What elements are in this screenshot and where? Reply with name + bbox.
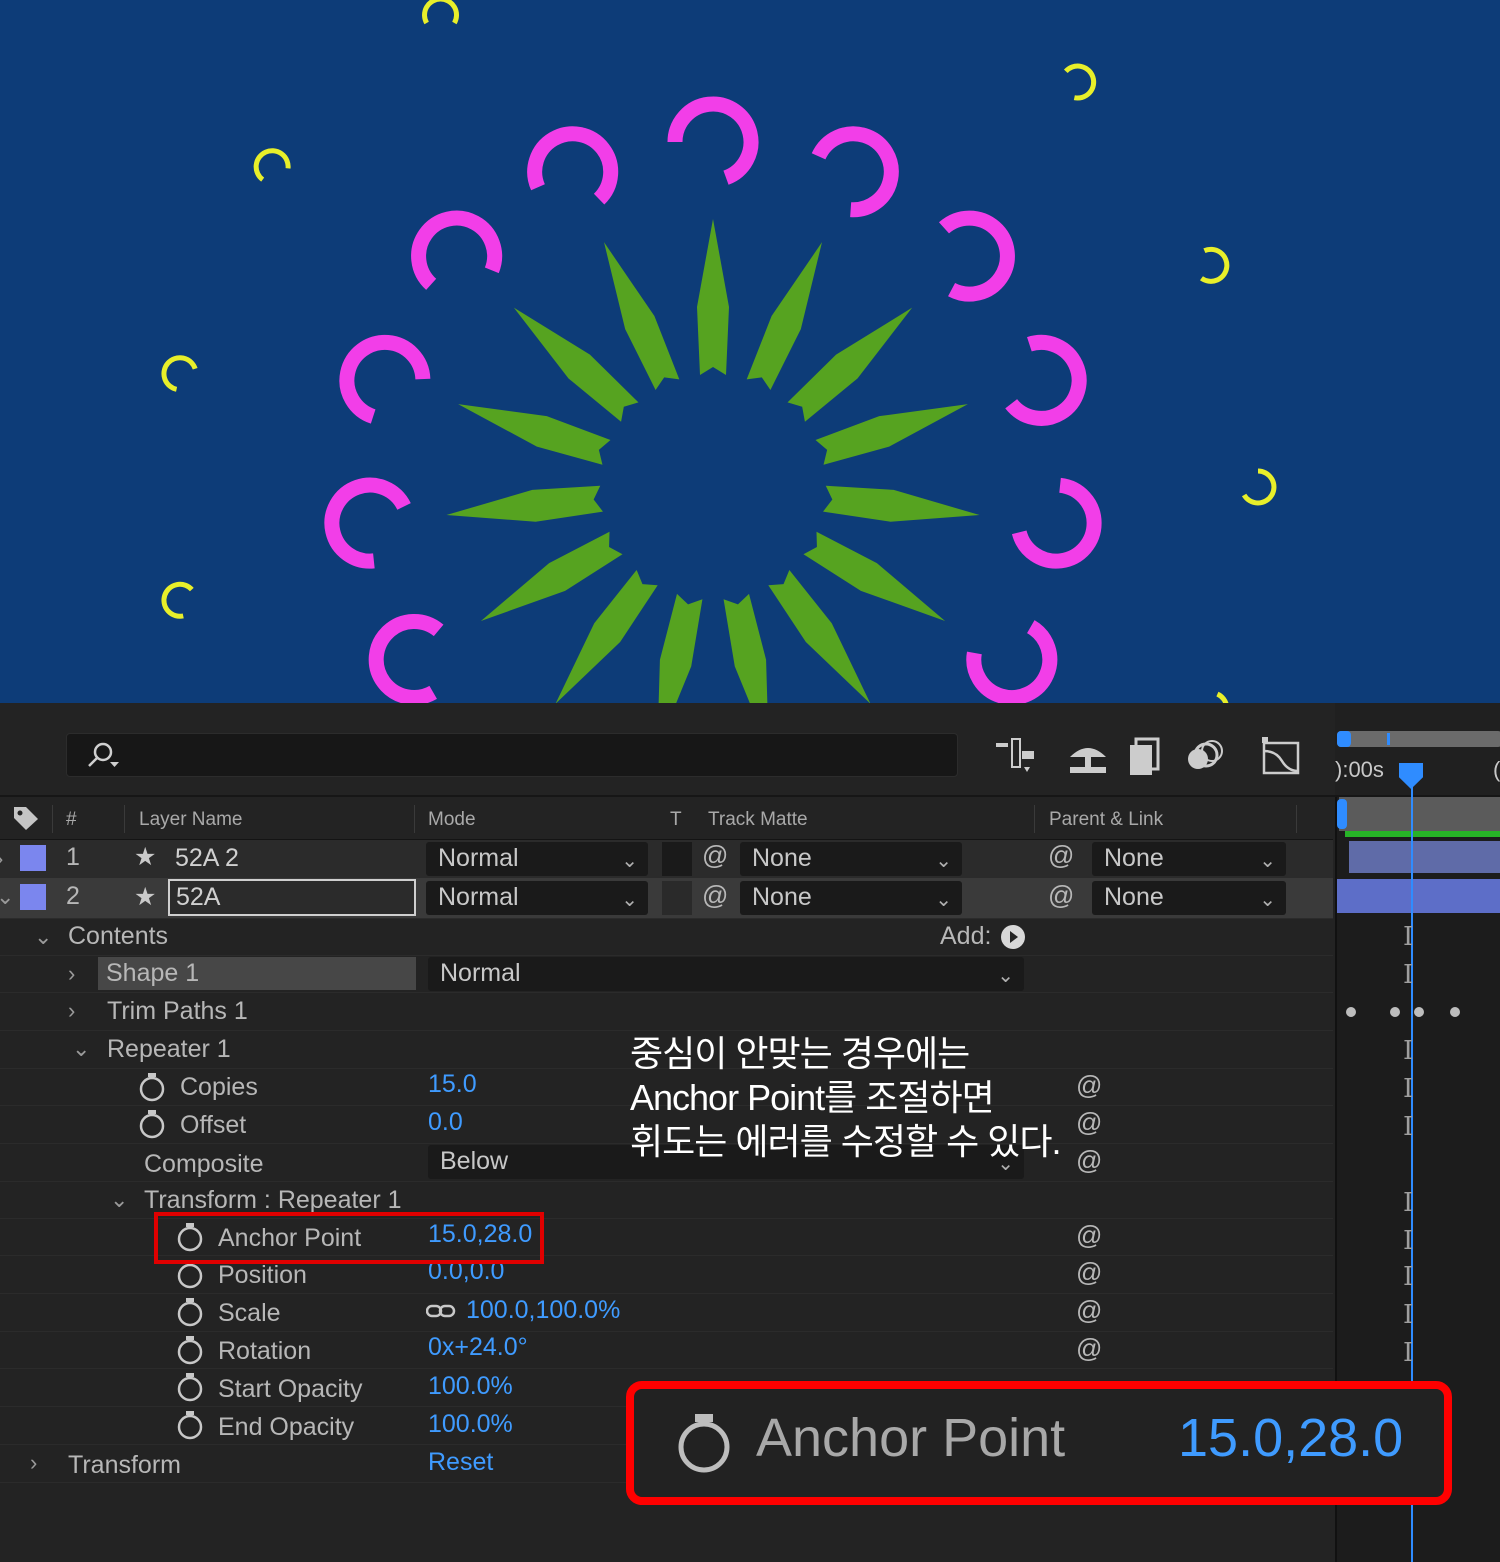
end-opacity-value[interactable]: 100.0%: [428, 1410, 513, 1439]
shape-layer-star-icon: ★: [134, 883, 157, 911]
layer-row-1[interactable]: › 1 ★ 52A 2 Normal⌄ @ None⌄ @ None⌄: [0, 840, 1333, 879]
matte-pickwhip-icon[interactable]: @: [702, 840, 728, 871]
offset-value[interactable]: 0.0: [428, 1108, 463, 1137]
track-matte-dropdown[interactable]: None ⌄: [740, 842, 962, 876]
expression-pickwhip-icon[interactable]: @: [1076, 1220, 1102, 1251]
reset-link[interactable]: Reset: [428, 1448, 493, 1477]
keyframe-marker[interactable]: I: [1403, 1226, 1413, 1256]
column-layer-name[interactable]: Layer Name: [139, 809, 243, 831]
expression-pickwhip-icon[interactable]: @: [1076, 1257, 1102, 1288]
track-matte-dropdown[interactable]: None ⌄: [740, 881, 962, 915]
stopwatch-icon[interactable]: [138, 1109, 166, 1144]
stopwatch-icon[interactable]: [138, 1072, 166, 1107]
stopwatch-icon[interactable]: [176, 1335, 204, 1370]
motion-blur-icon[interactable]: [1184, 737, 1228, 777]
contents-row[interactable]: ⌄ Contents Add:: [0, 918, 1333, 956]
label-color-swatch[interactable]: [20, 884, 46, 910]
keyframe-marker[interactable]: I: [1403, 960, 1413, 990]
parent-pickwhip-icon[interactable]: @: [1048, 840, 1074, 871]
rotation-value[interactable]: 0x+24.0°: [428, 1333, 528, 1362]
label-color-swatch[interactable]: [20, 845, 46, 871]
column-track-matte[interactable]: Track Matte: [708, 809, 808, 831]
add-label: Add:: [940, 922, 992, 950]
column-number: #: [66, 809, 77, 830]
expression-pickwhip-icon[interactable]: @: [1076, 1333, 1102, 1364]
stopwatch-icon[interactable]: [176, 1297, 204, 1332]
layer-bar-2[interactable]: [1337, 879, 1500, 913]
shape-name-selected[interactable]: Shape 1: [98, 957, 416, 990]
trim-keyframe-dot[interactable]: [1346, 1007, 1356, 1017]
column-headers: # Layer Name Mode T Track Matte Parent &…: [0, 797, 1333, 841]
frame-blending-icon[interactable]: [1126, 737, 1170, 777]
copies-value[interactable]: 15.0: [428, 1070, 477, 1099]
shape-mode-dropdown[interactable]: Normal ⌄: [428, 957, 1024, 991]
trim-paths-row[interactable]: › Trim Paths 1: [0, 992, 1333, 1031]
search-input[interactable]: [66, 733, 958, 777]
parent-pickwhip-icon[interactable]: @: [1048, 880, 1074, 911]
keyframe-marker[interactable]: I: [1403, 1036, 1413, 1066]
layer-row-2[interactable]: ⌄ 2 ★ 52A Normal ⌄ @ None ⌄ @ None ⌄: [0, 878, 1333, 919]
start-opacity-value[interactable]: 100.0%: [428, 1372, 513, 1401]
keyframe-marker[interactable]: I: [1403, 1112, 1413, 1142]
work-area-bar[interactable]: [1337, 731, 1500, 747]
trim-keyframe-dot[interactable]: [1450, 1007, 1460, 1017]
work-area-render-bar: [1345, 831, 1500, 837]
trim-keyframe-dot[interactable]: [1390, 1007, 1400, 1017]
scale-row[interactable]: Scale 100.0,100.0% @: [0, 1293, 1333, 1332]
expression-pickwhip-icon[interactable]: @: [1076, 1145, 1102, 1176]
expression-pickwhip-icon[interactable]: @: [1076, 1295, 1102, 1326]
annotation-text: 중심이 안맞는 경우에는 Anchor Point를 조절하면 휘도는 에러를 …: [630, 1033, 1061, 1162]
anchor-point-highlight: [154, 1212, 544, 1264]
layer-number: 1: [66, 843, 80, 871]
work-area-start-handle[interactable]: [1337, 731, 1351, 747]
keyframe-marker[interactable]: I: [1403, 1262, 1413, 1292]
column-parent-link[interactable]: Parent & Link: [1049, 809, 1163, 831]
layer-name[interactable]: 52A 2: [175, 844, 239, 873]
expression-pickwhip-icon[interactable]: @: [1076, 1107, 1102, 1138]
search-icon: [81, 740, 121, 775]
column-t: T: [670, 809, 682, 830]
time-navigator[interactable]: [1339, 797, 1500, 831]
composition-canvas: [0, 0, 1500, 703]
expression-pickwhip-icon[interactable]: @: [1076, 1070, 1102, 1101]
stopwatch-icon[interactable]: [176, 1410, 204, 1445]
layer-bar-1[interactable]: [1349, 841, 1500, 873]
mode-dropdown[interactable]: Normal ⌄: [426, 881, 648, 915]
stopwatch-icon[interactable]: [176, 1259, 204, 1294]
keyframe-marker[interactable]: I: [1403, 1338, 1413, 1368]
rotation-row[interactable]: Rotation 0x+24.0° @: [0, 1331, 1333, 1369]
matte-pickwhip-icon[interactable]: @: [702, 880, 728, 911]
constrain-proportions-link-icon[interactable]: [425, 1303, 456, 1324]
mode-dropdown[interactable]: Normal ⌄: [426, 842, 648, 876]
composition-viewer[interactable]: [0, 0, 1500, 703]
stopwatch-icon: [674, 1411, 734, 1480]
stopwatch-icon[interactable]: [176, 1372, 204, 1407]
keyframe-marker[interactable]: I: [1403, 1074, 1413, 1104]
anchor-point-zoom-callout: Anchor Point 15.0,28.0: [626, 1381, 1452, 1505]
graph-editor-icon[interactable]: [1260, 737, 1304, 777]
keyframe-marker[interactable]: I: [1403, 1300, 1413, 1330]
shape-layer-star-icon: ★: [134, 843, 157, 871]
parent-dropdown[interactable]: None ⌄: [1092, 881, 1286, 915]
layer-name-edit-field[interactable]: 52A: [168, 879, 416, 916]
layer-number: 2: [66, 882, 80, 910]
composition-flowchart-icon[interactable]: [994, 737, 1038, 777]
scale-value[interactable]: 100.0,100.0%: [466, 1296, 620, 1325]
time-label: ):00s: [1335, 757, 1384, 782]
column-mode[interactable]: Mode: [428, 809, 476, 831]
label-tag-icon[interactable]: [12, 805, 40, 836]
draft-3d-icon[interactable]: [1066, 737, 1110, 777]
keyframe-marker[interactable]: I: [1403, 1188, 1413, 1218]
keyframe-marker[interactable]: I: [1403, 922, 1413, 952]
time-ruler[interactable]: ):00s (: [1335, 703, 1500, 795]
parent-dropdown[interactable]: None ⌄: [1092, 842, 1286, 876]
timeline-toolbar: ):00s (: [0, 703, 1500, 797]
shape-row[interactable]: › Shape 1 Normal ⌄: [0, 955, 1333, 993]
add-menu-button[interactable]: [1000, 924, 1026, 955]
trim-keyframe-dot[interactable]: [1414, 1007, 1424, 1017]
